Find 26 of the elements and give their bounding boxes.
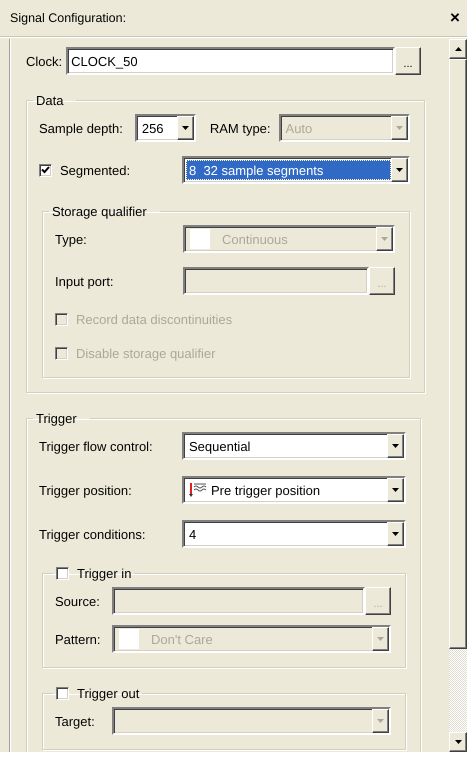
checkbox-label[interactable]: Trigger in — [77, 566, 132, 581]
group-title: Storage qualifier — [52, 204, 148, 219]
field-label: Type: — [55, 232, 88, 246]
dropdown[interactable]: Sequential — [182, 432, 406, 460]
group-title: Trigger — [36, 411, 78, 426]
field-label: Trigger flow control: — [39, 438, 154, 454]
dropdown[interactable]: 256 — [134, 114, 196, 142]
panel-title: Signal Configuration: — [10, 11, 126, 25]
field-label: Trigger conditions: — [39, 526, 146, 542]
dropdown[interactable]: 8 32 sample segments — [182, 156, 410, 184]
field-label: Trigger position: — [39, 482, 133, 498]
browse-button[interactable]: ... — [395, 47, 421, 75]
dropdown[interactable]: 4 — [182, 520, 406, 548]
field-label: Sample depth: — [39, 120, 124, 136]
field-label: Source: — [55, 594, 101, 608]
close-button[interactable]: × — [447, 8, 463, 28]
field-label: Target: — [55, 714, 96, 728]
dropdown[interactable]: Pre trigger position — [182, 476, 406, 504]
field-label: RAM type: — [210, 120, 271, 136]
checkbox-label[interactable]: Trigger out — [77, 686, 140, 701]
field-label: Input port: — [55, 274, 115, 288]
input-field[interactable]: CLOCK_50 — [66, 47, 395, 75]
group-title: Data — [36, 93, 64, 108]
checkbox-label[interactable]: Segmented: — [60, 162, 130, 178]
field-label: Pattern: — [55, 632, 102, 646]
field-label: Clock: — [26, 54, 64, 68]
